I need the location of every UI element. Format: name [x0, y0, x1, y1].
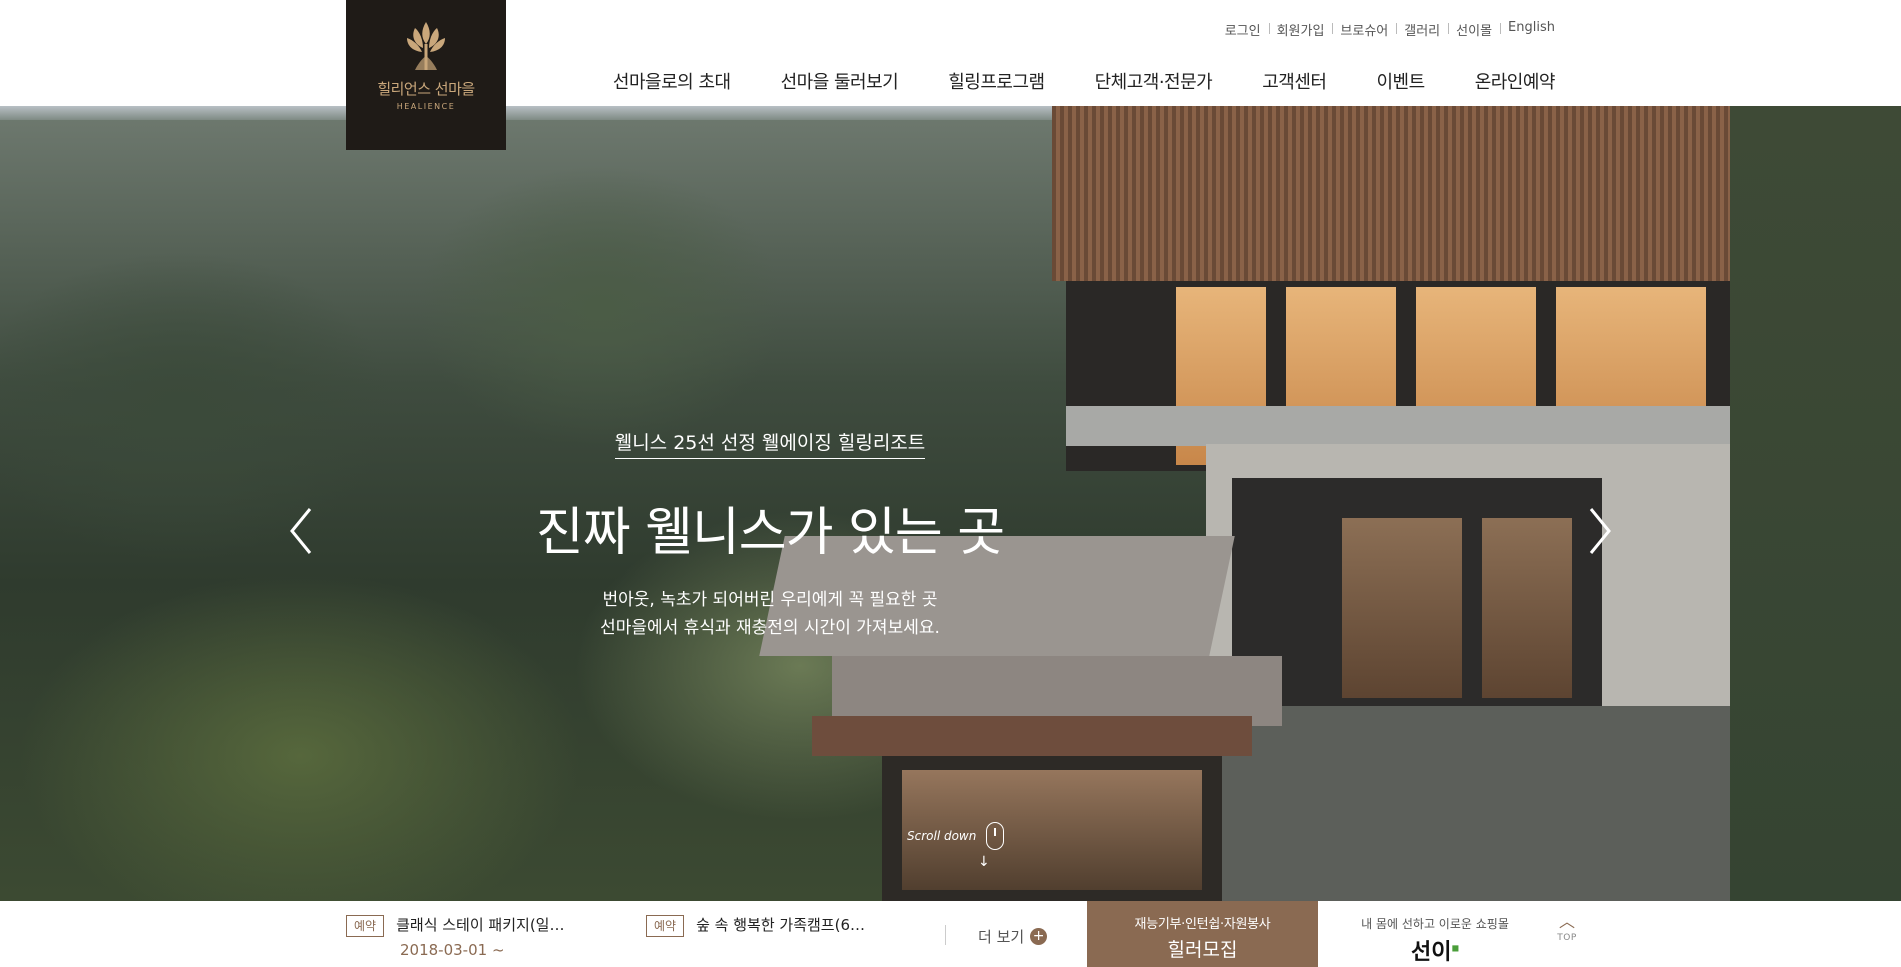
nav-item-invitation[interactable]: 선마을로의 초대 [613, 68, 731, 94]
hero-slider: 웰니스 25선 선정 웰에이징 힐링리조트 진짜 웰니스가 있는 곳 번아웃, … [0, 106, 1901, 901]
shop-banner[interactable]: 내 몸에 선하고 이로운 쇼핑몰 선이■ [1330, 901, 1540, 967]
more-button[interactable]: 더 보기 + [978, 926, 1048, 947]
hero-desc-line-2: 선마을에서 휴식과 재충전의 시간이 가져보세요. [600, 618, 940, 638]
site-logo[interactable]: 힐리언스 선마을 HEALIENCE [346, 0, 506, 150]
notice-badge: 예약 [646, 915, 685, 937]
scroll-down-label: Scroll down [907, 829, 977, 843]
healer-recruit-banner[interactable]: 재능기부·인턴쉽·자원봉사 힐러모집 [1087, 901, 1318, 967]
site-header: 로그인 회원가입 브로슈어 갤러리 선이몰 English 선마을로의 초대 선… [0, 0, 1901, 106]
hero-desc-line-1: 번아웃, 녹초가 되어버린 우리에게 꼭 필요한 곳 [602, 590, 938, 610]
divider [945, 925, 946, 945]
nav-item-group-experts[interactable]: 단체고객·전문가 [1095, 68, 1213, 94]
recruit-title: 힐러모집 [1167, 939, 1238, 961]
bottom-bar: 예약 클래식 스테이 패키지(일… 2018-03-01 ~ 예약 숲 속 행복… [0, 901, 1901, 967]
main-nav: 선마을로의 초대 선마을 둘러보기 힐링프로그램 단체고객·전문가 고객센터 이… [563, 68, 1556, 94]
util-brochure-link[interactable]: 브로슈어 [1332, 20, 1396, 39]
hero-headline: 진짜 웰니스가 있는 곳 [535, 503, 1005, 563]
util-english-link[interactable]: English [1500, 20, 1555, 39]
chevron-up-icon: ︿ [1558, 912, 1575, 931]
shop-subtitle: 내 몸에 선하고 이로운 쇼핑몰 [1361, 917, 1509, 931]
top-label: TOP [1557, 933, 1577, 943]
notice-item[interactable]: 예약 숲 속 행복한 가족캠프(6… [646, 915, 865, 937]
scroll-down-indicator[interactable]: Scroll down [907, 822, 1005, 850]
shop-logo-text: 선이 [1410, 939, 1452, 965]
nav-item-healing-program[interactable]: 힐링프로그램 [948, 68, 1045, 94]
nav-item-tour[interactable]: 선마을 둘러보기 [781, 68, 899, 94]
hero-forest-right [1730, 106, 1901, 901]
notice-item[interactable]: 예약 클래식 스테이 패키지(일… 2018-03-01 ~ [346, 915, 565, 959]
hero-description: 번아웃, 녹초가 되어버린 우리에게 꼭 필요한 곳 선마을에서 휴식과 재충전… [0, 586, 1540, 642]
back-to-top-button[interactable]: ︿ TOP [1552, 912, 1582, 944]
mouse-icon [986, 822, 1005, 850]
util-signup-link[interactable]: 회원가입 [1268, 20, 1333, 39]
nav-item-online-booking[interactable]: 온라인예약 [1475, 68, 1556, 94]
notice-badge: 예약 [346, 915, 385, 937]
hero-text: 웰니스 25선 선정 웰에이징 힐링리조트 진짜 웰니스가 있는 곳 번아웃, … [0, 106, 1540, 901]
plus-icon: + [1030, 928, 1048, 945]
more-label: 더 보기 [978, 928, 1025, 946]
logo-name-en: HEALIENCE [396, 102, 456, 111]
logo-name-ko: 힐리언스 선마을 [377, 80, 475, 98]
leaf-icon: ■ [1451, 942, 1460, 953]
util-gallery-link[interactable]: 갤러리 [1396, 20, 1448, 39]
notice-date: 2018-03-01 ~ [400, 941, 505, 959]
hero-eyebrow: 웰니스 25선 선정 웰에이징 힐링리조트 [614, 432, 926, 459]
notice-title: 숲 속 행복한 가족캠프(6… [696, 916, 865, 934]
tree-logo-icon [407, 22, 445, 70]
nav-item-customer-center[interactable]: 고객센터 [1262, 68, 1327, 94]
nav-item-event[interactable]: 이벤트 [1377, 68, 1426, 94]
notice-title: 클래식 스테이 패키지(일… [396, 916, 565, 934]
util-shop-link[interactable]: 선이몰 [1448, 20, 1500, 39]
utility-menu: 로그인 회원가입 브로슈어 갤러리 선이몰 English [1217, 20, 1555, 39]
chevron-right-icon[interactable] [1583, 501, 1615, 561]
arrow-down-icon: ↓ [978, 854, 990, 870]
util-login-link[interactable]: 로그인 [1217, 20, 1269, 39]
chevron-left-icon[interactable] [286, 501, 318, 561]
recruit-subtitle: 재능기부·인턴쉽·자원봉사 [1134, 917, 1271, 932]
